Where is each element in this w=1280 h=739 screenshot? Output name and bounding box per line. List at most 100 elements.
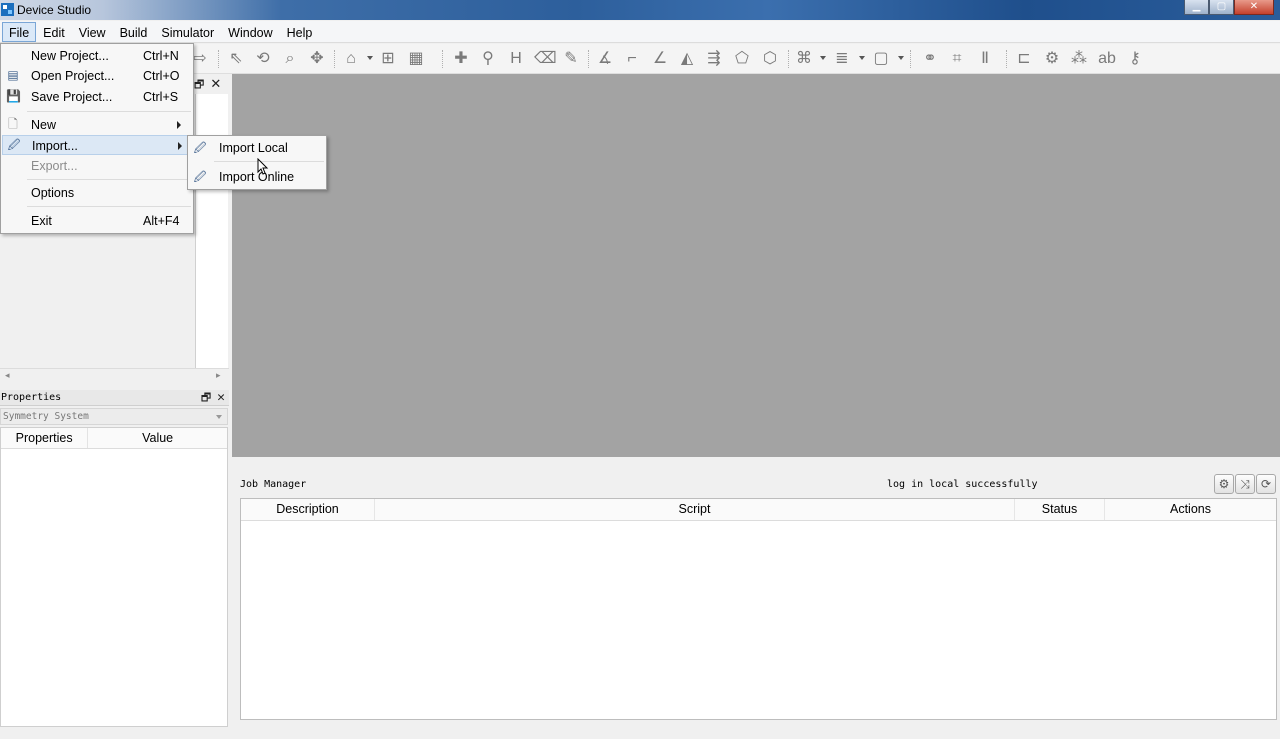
menu-item-exit[interactable]: Exit Alt+F4 <box>2 211 192 231</box>
new-file-icon: 🗋 <box>8 117 18 131</box>
menu-item-import[interactable]: 🖉 Import... <box>2 135 192 155</box>
chevron-down-icon <box>216 415 222 419</box>
toolbar-separator <box>442 50 443 68</box>
cell-dropdown-icon[interactable] <box>898 56 904 60</box>
column-header-value[interactable]: Value <box>88 428 227 448</box>
angle-icon[interactable]: ∠ <box>650 49 670 69</box>
properties-header: Properties 🗗 ✕ <box>0 390 229 406</box>
minimize-button[interactable]: ▁ <box>1184 0 1209 15</box>
import-icon: 🖉 <box>193 141 207 155</box>
align-icon[interactable]: ≣ <box>832 49 852 69</box>
menu-file[interactable]: File <box>2 21 37 42</box>
menu-item-save-project[interactable]: 💾 Save Project... Ctrl+S <box>2 87 192 107</box>
zoom-icon[interactable]: ⌕ <box>280 49 300 69</box>
column-header-description[interactable]: Description <box>241 499 375 520</box>
app-icon <box>1 3 14 16</box>
menu-build[interactable]: Build <box>113 22 155 42</box>
column-header-script[interactable]: Script <box>375 499 1015 520</box>
translate-icon[interactable]: ⇶ <box>704 49 724 69</box>
maximize-icon: ▢ <box>1216 1 1227 12</box>
minimize-icon: ▁ <box>1192 1 1201 12</box>
shuffle-button[interactable]: ⤨ <box>1235 474 1255 494</box>
symmetry-select[interactable]: Symmetry System <box>0 408 228 425</box>
add-atom-icon[interactable]: ✚ <box>451 49 471 69</box>
close-panel-icon[interactable]: ✕ <box>217 390 225 405</box>
supercell-icon[interactable]: ⌗ <box>947 49 967 69</box>
add-bond-icon[interactable]: ⚲ <box>478 49 498 69</box>
molecule-icon[interactable]: ⚭ <box>920 49 940 69</box>
job-manager-status: log in local successfully <box>887 479 1038 490</box>
menu-item-shortcut: Ctrl+O <box>143 69 180 83</box>
menu-item-import-local[interactable]: 🖉 Import Local <box>189 137 325 159</box>
menu-view[interactable]: View <box>72 22 113 42</box>
select-pointer-icon[interactable]: ⇖ <box>226 49 246 69</box>
measure-icon[interactable]: ∡ <box>595 49 615 69</box>
menu-help[interactable]: Help <box>280 22 320 42</box>
3d-viewport[interactable] <box>232 74 1280 457</box>
column-header-actions[interactable]: Actions <box>1105 499 1276 520</box>
cell-icon[interactable]: ▢ <box>871 49 891 69</box>
structure-panel-header: 🗗 ✕ <box>194 76 221 95</box>
brush-icon[interactable]: ✎ <box>561 49 581 69</box>
menu-item-label: Open Project... <box>31 69 115 83</box>
structure-icon[interactable]: ⬡ <box>760 49 780 69</box>
close-window-button[interactable]: ✕ <box>1234 0 1274 15</box>
fit-view-icon[interactable]: ⊞ <box>378 49 398 69</box>
toolbar-separator <box>1006 50 1007 68</box>
distance-icon[interactable]: ⌐ <box>622 49 642 69</box>
slab-icon[interactable]: Ⅱ <box>975 49 995 69</box>
grid-view-icon[interactable]: ▦ <box>406 49 426 69</box>
rotate-icon[interactable]: ⟲ <box>253 49 273 69</box>
lattice-icon[interactable]: ⬠ <box>732 49 752 69</box>
menu-separator <box>27 111 191 112</box>
mirror-icon[interactable]: ◭ <box>677 49 697 69</box>
scroll-left-icon[interactable]: ◂ <box>5 370 10 381</box>
column-header-status[interactable]: Status <box>1015 499 1105 520</box>
menu-simulator[interactable]: Simulator <box>154 22 221 42</box>
menu-window[interactable]: Window <box>221 22 279 42</box>
move-icon[interactable]: ✥ <box>307 49 327 69</box>
menu-edit[interactable]: Edit <box>36 22 72 42</box>
menu-item-export[interactable]: Export... <box>2 156 192 176</box>
toolbar-separator <box>788 50 789 68</box>
scroll-right-icon[interactable]: ▸ <box>216 370 221 381</box>
maximize-button[interactable]: ▢ <box>1209 0 1234 15</box>
menu-item-new[interactable]: 🗋 New <box>2 115 192 135</box>
network-icon[interactable]: ⁂ <box>1069 49 1089 69</box>
refresh-button[interactable]: ⟳ <box>1256 474 1276 494</box>
column-header-properties[interactable]: Properties <box>1 428 89 448</box>
symmetry-dropdown-icon[interactable] <box>820 56 826 60</box>
properties-panel: Properties 🗗 ✕ Symmetry System Properties… <box>0 390 229 728</box>
float-panel-icon[interactable]: 🗗 <box>201 391 211 404</box>
menu-item-options[interactable]: Options <box>2 183 192 203</box>
menu-item-shortcut: Alt+F4 <box>143 214 180 228</box>
menu-item-shortcut: Ctrl+S <box>143 90 179 104</box>
submenu-arrow-icon <box>177 121 181 129</box>
menu-item-label: Options <box>31 186 75 200</box>
gear-icon: ⚙ <box>1218 477 1230 491</box>
device-icon[interactable]: ⊏ <box>1014 49 1034 69</box>
eraser-icon[interactable]: ⌫ <box>534 49 557 69</box>
properties-title: Properties <box>1 392 62 403</box>
close-panel-icon[interactable]: ✕ <box>210 76 221 91</box>
align-dropdown-icon[interactable] <box>859 56 865 60</box>
horizontal-scrollbar[interactable]: ◂ ▸ <box>0 368 229 382</box>
refresh-icon: ⟳ <box>1260 477 1272 491</box>
menu-item-label: New Project... <box>31 49 109 63</box>
settings-button[interactable]: ⚙ <box>1214 474 1234 494</box>
app-window: Device Studio ▁ ▢ ✕ File Edit View Build… <box>0 0 1280 739</box>
menu-item-label: Exit <box>31 214 52 228</box>
label-ab-icon[interactable]: ab <box>1097 49 1117 69</box>
tools-icon[interactable]: ⚷ <box>1125 49 1145 69</box>
home-view-dropdown-icon[interactable] <box>367 56 373 60</box>
float-panel-icon[interactable]: 🗗 <box>194 79 204 91</box>
menu-item-shortcut: Ctrl+N <box>143 49 179 63</box>
symmetry-icon[interactable]: ⌘ <box>794 49 814 69</box>
job-manager-buttons: ⚙ ⤨ ⟳ <box>1214 474 1276 494</box>
home-view-icon[interactable]: ⌂ <box>341 49 361 69</box>
electrode-icon[interactable]: ⚙ <box>1042 49 1062 69</box>
hydrogen-icon[interactable]: H <box>506 49 526 69</box>
menu-item-open-project[interactable]: ▤ Open Project... Ctrl+O <box>2 66 192 86</box>
toolbar-separator <box>334 50 335 68</box>
menu-item-new-project[interactable]: New Project... Ctrl+N <box>2 46 192 66</box>
